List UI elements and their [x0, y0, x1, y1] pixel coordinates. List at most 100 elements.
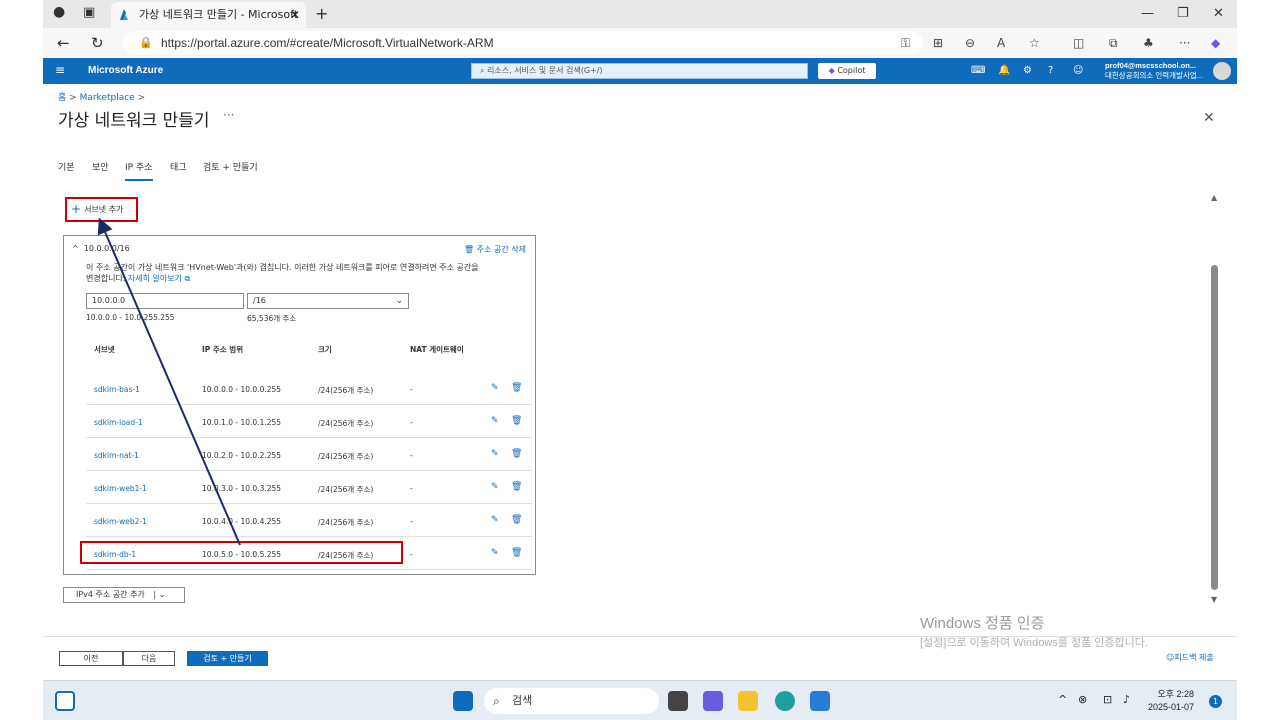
delete-trash-icon[interactable]: 🗑: [511, 449, 522, 459]
account-info[interactable]: prof04@mscsschool.on... 대한상공회의소 인력개발사업..…: [1105, 61, 1203, 81]
close-tab-icon[interactable]: ✕: [290, 2, 300, 28]
notification-badge[interactable]: 1: [1209, 695, 1222, 708]
delete-address-space-button[interactable]: 🗑 주소 공간 삭제: [464, 244, 526, 255]
subnet-nat: -: [410, 550, 413, 559]
key-icon[interactable]: ⚿: [901, 36, 910, 51]
delete-trash-icon[interactable]: 🗑: [511, 515, 522, 525]
taskbar-search[interactable]: ⌕ 검색: [484, 688, 659, 714]
edit-pencil-icon[interactable]: ✎: [491, 416, 499, 426]
restore-icon[interactable]: ❐: [1177, 6, 1189, 21]
menu-more-icon[interactable]: ···: [1179, 36, 1190, 50]
previous-button[interactable]: 이전: [59, 651, 123, 666]
tab-actions-icon[interactable]: ▣: [83, 5, 95, 20]
feedback-icon[interactable]: ☺: [1073, 65, 1083, 76]
read-aloud-icon[interactable]: A: [997, 36, 1005, 50]
tab-ip-addresses[interactable]: IP 주소: [125, 160, 153, 181]
split-screen-icon[interactable]: ◫: [1073, 36, 1084, 50]
cloud-shell-icon[interactable]: ⌨: [971, 65, 985, 76]
browser-window: ● ▣ 가상 네트워크 만들기 - Microsoft ✕ + — ❐ ✕ ← …: [43, 0, 1237, 720]
hamburger-icon[interactable]: ≡: [55, 63, 65, 77]
chevron-up-icon[interactable]: ^: [72, 244, 79, 253]
learn-more-link[interactable]: 자세히 알아보기: [128, 274, 182, 283]
add-ipv4-space-button[interactable]: IPv4 주소 공간 추가 | ⌄: [63, 587, 185, 603]
azure-header: ≡ Microsoft Azure ⌕ 리소스, 서비스 및 문서 검색(G+/…: [43, 58, 1237, 84]
delete-trash-icon[interactable]: 🗑: [511, 548, 522, 558]
notifications-icon[interactable]: 🔔: [998, 65, 1010, 76]
edit-pencil-icon[interactable]: ✎: [491, 449, 499, 459]
edge-browser-icon[interactable]: [775, 691, 795, 711]
apps-icon[interactable]: ⊞: [933, 36, 943, 50]
copilot-button[interactable]: ◆ Copilot: [818, 63, 876, 79]
subnet-name-link[interactable]: sdkim-nat-1: [94, 451, 139, 460]
help-icon[interactable]: ?: [1048, 65, 1053, 76]
network-icon[interactable]: ⊡: [1103, 693, 1112, 706]
address-space-header[interactable]: ^ 10.0.0.0/16: [72, 244, 130, 253]
x-app-icon[interactable]: ⊗: [1078, 693, 1087, 706]
subnet-ip-range: 10.0.2.0 - 10.0.2.255: [202, 451, 282, 460]
zoom-icon[interactable]: ⊖: [965, 36, 975, 50]
teams-icon[interactable]: [703, 691, 723, 711]
avatar[interactable]: [1213, 62, 1231, 80]
minimize-icon[interactable]: —: [1141, 6, 1154, 21]
search-placeholder: 리소스, 서비스 및 문서 검색(G+/): [487, 66, 603, 75]
profile-icon[interactable]: ●: [53, 4, 65, 20]
tab-basics[interactable]: 기본: [58, 160, 75, 173]
highlight-box-db-row: [80, 541, 403, 564]
submit-feedback-link[interactable]: ☺피드백 제출: [1166, 652, 1214, 663]
add-subnet-button[interactable]: + 서브넷 추가: [65, 197, 138, 222]
scrollbar[interactable]: ▲ ▼: [1210, 190, 1220, 608]
extensions-icon[interactable]: ♣: [1143, 36, 1154, 50]
edit-pencil-icon[interactable]: ✎: [491, 482, 499, 492]
more-options-icon[interactable]: ···: [223, 108, 234, 122]
page-title-text: 가상 네트워크 만들기: [58, 111, 210, 131]
address-space-ip-input[interactable]: 10.0.0.0: [86, 293, 244, 309]
address-space-prefix-select[interactable]: /16 ⌄: [247, 293, 409, 309]
start-windows-icon[interactable]: [453, 691, 473, 711]
table-row: sdkim-bas-1 10.0.0.0 - 10.0.0.255 /24(25…: [86, 372, 532, 405]
edit-pencil-icon[interactable]: ✎: [491, 515, 499, 525]
close-window-icon[interactable]: ✕: [1213, 6, 1224, 21]
edit-pencil-icon[interactable]: ✎: [491, 548, 499, 558]
delete-address-space-label: 주소 공간 삭제: [476, 245, 526, 254]
store-icon[interactable]: [810, 691, 830, 711]
subnet-name-link[interactable]: sdkim-web2-1: [94, 517, 147, 526]
scroll-up-icon[interactable]: ▲: [1211, 193, 1217, 202]
favorite-icon[interactable]: ☆: [1029, 36, 1040, 50]
breadcrumb-marketplace[interactable]: Marketplace: [80, 93, 135, 103]
settings-gear-icon[interactable]: ⚙: [1023, 65, 1032, 76]
volume-icon[interactable]: ♪: [1123, 693, 1130, 706]
azure-search-input[interactable]: ⌕ 리소스, 서비스 및 문서 검색(G+/): [471, 63, 808, 79]
delete-trash-icon[interactable]: 🗑: [511, 482, 522, 492]
scrollbar-thumb[interactable]: [1211, 265, 1218, 590]
breadcrumb-home[interactable]: 홈: [58, 93, 66, 103]
taskbar-clock[interactable]: 오후 2:28 2025-01-07: [1148, 688, 1194, 714]
browser-tab-active[interactable]: 가상 네트워크 만들기 - Microsoft ✕: [111, 2, 306, 28]
subnet-ip-range: 10.0.1.0 - 10.0.1.255: [202, 418, 282, 427]
review-create-button[interactable]: 검토 + 만들기: [187, 651, 268, 666]
close-blade-icon[interactable]: ✕: [1203, 110, 1215, 126]
azure-brand[interactable]: Microsoft Azure: [88, 65, 163, 76]
delete-trash-icon[interactable]: 🗑: [511, 383, 522, 393]
file-explorer-icon[interactable]: [738, 691, 758, 711]
add-ipv4-label: IPv4 주소 공간 추가: [76, 590, 145, 599]
next-button[interactable]: 다음: [123, 651, 175, 666]
new-tab-button[interactable]: +: [315, 4, 328, 23]
task-view-icon[interactable]: [668, 691, 688, 711]
copilot-browser-icon[interactable]: ◆: [1211, 36, 1220, 50]
browser-tab-title: 가상 네트워크 만들기 - Microsoft: [139, 8, 299, 21]
back-icon[interactable]: ←: [57, 34, 70, 52]
refresh-icon[interactable]: ↻: [91, 34, 104, 52]
url-field[interactable]: 🔒 https://portal.azure.com/#create/Micro…: [123, 31, 923, 55]
edit-pencil-icon[interactable]: ✎: [491, 383, 499, 393]
subnet-name-link[interactable]: sdkim-bas-1: [94, 385, 140, 394]
scroll-down-icon[interactable]: ▼: [1211, 595, 1217, 604]
tab-tags[interactable]: 태그: [170, 160, 187, 173]
collections-icon[interactable]: ⧉: [1109, 36, 1118, 51]
subnet-name-link[interactable]: sdkim-web1-1: [94, 484, 147, 493]
delete-trash-icon[interactable]: 🗑: [511, 416, 522, 426]
tab-security[interactable]: 보안: [92, 160, 109, 173]
subnet-name-link[interactable]: sdkim-load-1: [94, 418, 143, 427]
show-hidden-icons[interactable]: ^: [1058, 693, 1067, 706]
tab-review-create[interactable]: 검토 + 만들기: [203, 160, 258, 173]
widgets-icon[interactable]: [55, 691, 75, 711]
